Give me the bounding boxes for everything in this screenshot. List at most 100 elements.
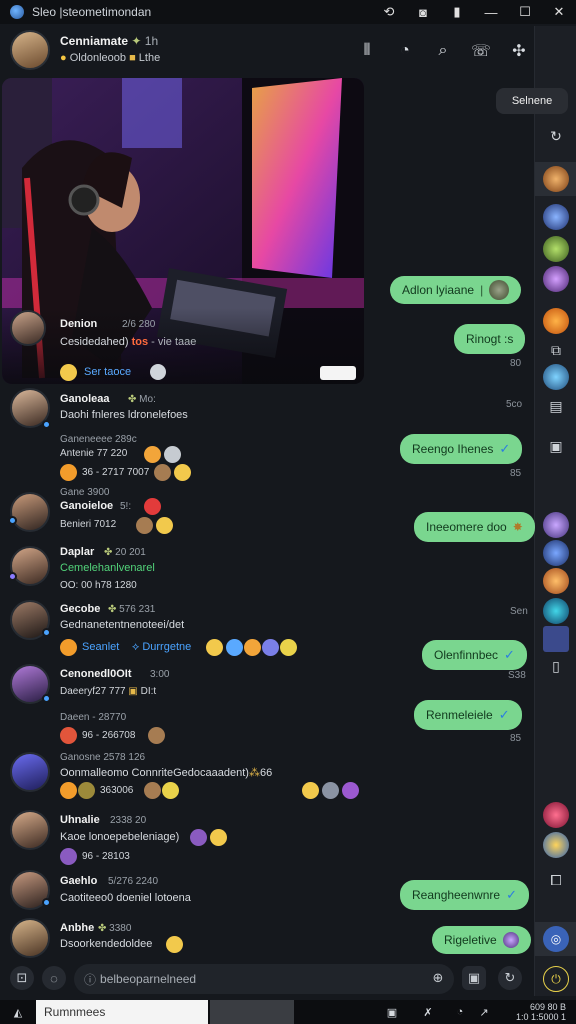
rail-avatar-4[interactable] — [543, 266, 569, 292]
user-avatar[interactable] — [10, 492, 50, 532]
user-name[interactable]: Anbhe — [60, 922, 94, 934]
emoji-face-icon[interactable] — [136, 517, 153, 534]
emoji-face-icon[interactable] — [154, 464, 171, 481]
outgoing-bubble[interactable]: Adlon lyiaane | — [390, 276, 522, 304]
settings-dial-icon[interactable]: ◔ — [390, 36, 420, 66]
history-icon[interactable]: ⟲ — [372, 0, 406, 24]
rail-avatar-3[interactable] — [543, 236, 569, 262]
rail-avatar-11[interactable] — [543, 802, 569, 828]
user-avatar[interactable] — [10, 918, 50, 958]
emoji-sparkle-icon[interactable] — [262, 639, 279, 656]
card-icon[interactable]: ▤ — [544, 394, 568, 418]
maximize-button[interactable]: ☐ — [508, 0, 542, 24]
emoji-globe-icon[interactable] — [322, 782, 339, 799]
mention-link[interactable]: ⟡ Durrgetne — [132, 641, 191, 654]
emoji-purple-icon[interactable] — [60, 848, 77, 865]
emoji-sad-icon[interactable] — [78, 782, 95, 799]
user-name[interactable]: Ganoieloe — [60, 500, 113, 512]
emoji-grin-icon[interactable] — [144, 446, 161, 463]
power-icon[interactable]: ⏻ — [543, 966, 569, 992]
emoji-sparkle-icon[interactable] — [342, 782, 359, 799]
search-icon[interactable]: ⌕ — [428, 36, 458, 66]
user-name[interactable]: Daplar — [60, 546, 94, 558]
rail-avatar-6[interactable] — [543, 364, 569, 390]
image-icon[interactable]: ▣ — [462, 966, 486, 990]
device-icon[interactable]: ▯ — [544, 654, 568, 678]
emoji-laugh-icon[interactable] — [60, 782, 77, 799]
emoji-picker-icon[interactable]: ◌ — [42, 966, 66, 990]
clock-icon[interactable]: ◔ — [452, 1004, 468, 1020]
emoji-fire-icon[interactable] — [60, 727, 77, 744]
user-name[interactable]: Gecobe — [60, 603, 100, 615]
call-icon[interactable]: ☏ — [466, 36, 496, 66]
rail-avatar-10[interactable] — [543, 598, 569, 624]
emoji-smile-icon[interactable] — [210, 829, 227, 846]
rail-avatar-2[interactable] — [543, 204, 569, 230]
user-avatar[interactable] — [10, 752, 50, 792]
emoji-smile-icon[interactable] — [206, 639, 223, 656]
outgoing-bubble[interactable]: Rinogt :s — [454, 324, 526, 354]
tool-icon[interactable]: ✗ — [420, 1004, 436, 1020]
rail-avatar-5[interactable] — [543, 308, 569, 334]
outgoing-bubble[interactable]: Reangheenwnre ✓ — [400, 880, 529, 910]
emoji-face-icon[interactable] — [150, 364, 166, 380]
minimize-button[interactable]: — — [474, 0, 508, 24]
copy-icon[interactable]: ⧉ — [544, 338, 568, 362]
outgoing-bubble[interactable]: Ineeomere doo ✸ — [414, 512, 535, 542]
emoji-trophy-icon[interactable] — [162, 782, 179, 799]
share-icon[interactable]: ⧠ — [544, 868, 568, 892]
pin-icon[interactable]: ▮ — [440, 0, 474, 24]
emoji-face-icon[interactable] — [148, 727, 165, 744]
emoji-smile-icon[interactable] — [156, 517, 173, 534]
emoji-smile-icon[interactable] — [302, 782, 319, 799]
emoji-neutral-icon[interactable] — [164, 446, 181, 463]
rail-avatar-12[interactable] — [543, 832, 569, 858]
media-author-avatar[interactable] — [10, 310, 46, 346]
chat-avatar[interactable] — [10, 30, 50, 70]
chat-icon[interactable]: ▣ — [544, 434, 568, 458]
shared-image[interactable]: Denion 2/6 280 Cesidedahed) tos - vie ta… — [2, 78, 364, 384]
outgoing-bubble[interactable]: Olenfinnbec ✓ — [422, 640, 527, 670]
message-input[interactable]: ⓘ belbeoparnelneed — [74, 964, 454, 994]
emoji-purple-icon[interactable] — [190, 829, 207, 846]
compass-icon[interactable]: ◎ — [543, 926, 569, 952]
emoji-smile-icon[interactable] — [174, 464, 191, 481]
emoji-smile-icon[interactable] — [166, 936, 183, 953]
user-name[interactable]: Uhnalie — [60, 814, 100, 826]
camera-icon[interactable]: ◙ — [406, 0, 440, 24]
voice-icon[interactable]: ↻ — [498, 966, 522, 990]
rail-avatar-9[interactable] — [543, 568, 569, 594]
emoji-laugh-icon[interactable] — [60, 639, 77, 656]
user-avatar[interactable] — [10, 810, 50, 850]
taskbar-clock[interactable]: 609 80 B 1:0 1:5000 1 — [516, 1002, 566, 1022]
media-link[interactable]: Ser taoce — [84, 366, 131, 378]
taskbar-app[interactable] — [210, 1000, 294, 1024]
user-avatar[interactable] — [10, 546, 50, 586]
start-icon[interactable]: ◭ — [10, 1004, 26, 1020]
chat-name[interactable]: Cenniamate ✦ 1h — [60, 34, 158, 48]
arrow-icon[interactable]: ↗ — [476, 1004, 492, 1020]
rail-avatar-1[interactable] — [543, 166, 569, 192]
user-name[interactable]: Gaehlo — [60, 875, 97, 887]
emoji-globe-icon[interactable] — [226, 639, 243, 656]
message-list[interactable]: Denion 2/6 280 Cesidedahed) tos - vie ta… — [0, 76, 535, 960]
user-name[interactable]: Cenonedl0OIt — [60, 668, 132, 680]
outgoing-bubble[interactable]: Reengo Ihenes ✓ — [400, 434, 523, 464]
emoji-laugh-icon[interactable] — [60, 464, 77, 481]
sticker-icon[interactable]: ⊕ — [426, 966, 450, 990]
bars-icon[interactable]: ⫴ — [352, 36, 382, 66]
attach-icon[interactable]: ⊡ — [10, 966, 34, 990]
rail-avatar-8[interactable] — [543, 540, 569, 566]
taskbar-search[interactable]: Rumnmees — [36, 1000, 208, 1024]
media-author-name[interactable]: Denion — [60, 318, 97, 330]
refresh-icon[interactable]: ↻ — [544, 124, 568, 148]
outgoing-bubble[interactable]: Renmeleiele ✓ — [414, 700, 522, 730]
rail-image-icon[interactable] — [543, 626, 569, 652]
emoji-trophy-icon[interactable] — [280, 639, 297, 656]
emoji-dance-icon[interactable] — [244, 639, 261, 656]
rail-avatar-7[interactable] — [543, 512, 569, 538]
window-icon[interactable]: ▣ — [384, 1004, 400, 1020]
more-icon[interactable]: ✣ — [504, 36, 534, 66]
close-button[interactable]: ✕ — [542, 0, 576, 24]
outgoing-bubble[interactable]: Rigeletive — [432, 926, 531, 954]
